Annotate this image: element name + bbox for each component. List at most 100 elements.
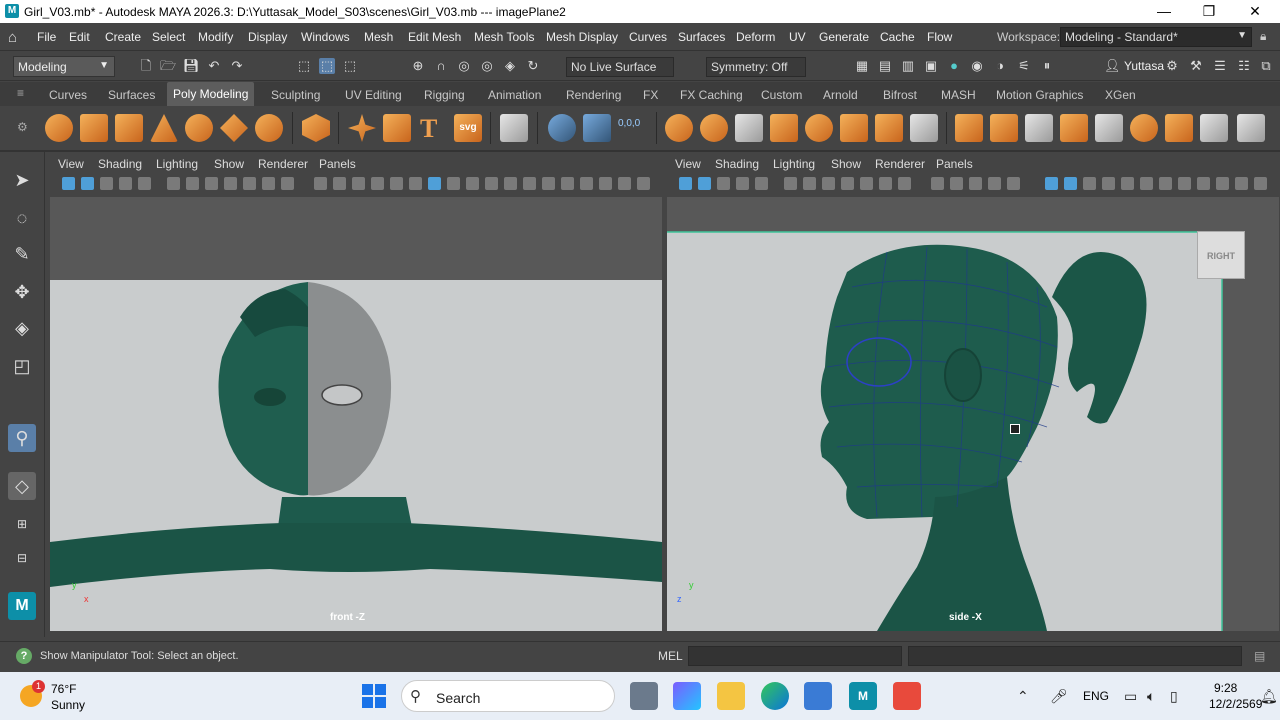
close-button[interactable]: ✕: [1243, 2, 1267, 20]
depth-of-field-icon[interactable]: [580, 177, 593, 190]
menu-windows[interactable]: Windows: [301, 30, 350, 44]
tab-rigging[interactable]: Rigging: [424, 88, 465, 102]
menu-display[interactable]: Display: [248, 30, 287, 44]
weather-desc[interactable]: Sunny: [51, 698, 85, 712]
tab-animation[interactable]: Animation: [488, 88, 541, 102]
target-weld-icon[interactable]: [1165, 114, 1193, 142]
snap-curve-icon[interactable]: ∩: [433, 58, 449, 74]
panel-menu-renderer[interactable]: Renderer: [258, 157, 308, 171]
m365-icon[interactable]: [673, 682, 701, 710]
resolution-gate-icon[interactable]: [822, 177, 835, 190]
menu-mesh-display[interactable]: Mesh Display: [546, 30, 618, 44]
isolate-select-icon[interactable]: [504, 177, 517, 190]
lasso-tool-icon[interactable]: ◌: [8, 204, 36, 232]
ipr-icon[interactable]: ⚟: [1016, 58, 1032, 74]
tab-curves[interactable]: Curves: [49, 88, 87, 102]
select-by-hierarchy-icon[interactable]: ⬚: [296, 58, 312, 74]
modeling-toolkit-icon[interactable]: ⚙: [1164, 58, 1180, 74]
lights-icon[interactable]: [466, 177, 479, 190]
insert-edge-loop-icon[interactable]: [1237, 114, 1265, 142]
panel-menu-lighting[interactable]: Lighting: [156, 157, 198, 171]
poly-plane-icon[interactable]: [220, 114, 248, 142]
smooth-shade-icon[interactable]: [409, 177, 422, 190]
freeze-transform-icon[interactable]: 0,0,0: [618, 118, 640, 129]
render-frame-icon[interactable]: ▤: [877, 58, 893, 74]
paint-select-icon[interactable]: ✎: [8, 240, 36, 268]
undo-icon[interactable]: ↶: [206, 58, 222, 74]
battery-icon[interactable]: ▯: [1170, 688, 1178, 705]
mirror-icon[interactable]: [840, 114, 868, 142]
fill-hole-icon[interactable]: [1060, 114, 1088, 142]
film-gate-icon[interactable]: [803, 177, 816, 190]
safe-action-icon[interactable]: [879, 177, 892, 190]
snipping-tool-icon[interactable]: [893, 682, 921, 710]
mode-select[interactable]: Modeling ▼: [13, 56, 115, 77]
panel-menu-view[interactable]: View: [675, 157, 701, 171]
clock-time[interactable]: 9:28: [1214, 681, 1237, 695]
super-shape-icon[interactable]: [348, 114, 376, 142]
menu-edit-mesh[interactable]: Edit Mesh: [408, 30, 461, 44]
render-view-icon[interactable]: ▦: [854, 58, 870, 74]
file-explorer-icon[interactable]: [717, 682, 745, 710]
menu-curves[interactable]: Curves: [629, 30, 667, 44]
wireframe-shaded-active-icon[interactable]: [1045, 177, 1058, 190]
minimize-button[interactable]: —: [1152, 2, 1176, 20]
arnold-render-icon[interactable]: ◉: [969, 58, 985, 74]
maximize-button[interactable]: ❐: [1197, 2, 1221, 20]
panel-menu-renderer[interactable]: Renderer: [875, 157, 925, 171]
workspace-select[interactable]: Modeling - Standard* ▼: [1060, 27, 1252, 47]
menu-select[interactable]: Select: [152, 30, 185, 44]
menu-mesh-tools[interactable]: Mesh Tools: [474, 30, 534, 44]
panel-menu-panels[interactable]: Panels: [319, 157, 356, 171]
color-management-icon[interactable]: [637, 177, 650, 190]
isolate-select-icon[interactable]: [1140, 177, 1153, 190]
lock-icon[interactable]: 🔒︎: [1260, 29, 1266, 44]
select-by-object-icon[interactable]: ⬚: [319, 58, 335, 74]
task-view-icon[interactable]: [630, 682, 658, 710]
sweep-mesh-icon[interactable]: [383, 114, 411, 142]
tool-settings-icon[interactable]: ☰: [1212, 58, 1228, 74]
gamma-icon[interactable]: [1235, 177, 1248, 190]
notification-icon[interactable]: 🔔︎: [1260, 688, 1278, 705]
viewcube[interactable]: RIGHT: [1197, 231, 1245, 279]
menu-file[interactable]: File: [37, 30, 56, 44]
start-button[interactable]: [362, 684, 386, 708]
move-tool-icon[interactable]: ✥: [8, 278, 36, 306]
mel-label[interactable]: MEL: [658, 649, 683, 663]
snap-surface-icon[interactable]: ◈: [502, 58, 518, 74]
tab-bifrost[interactable]: Bifrost: [883, 88, 917, 102]
bevel-icon[interactable]: [1025, 114, 1053, 142]
pause-icon[interactable]: ⏸: [1039, 58, 1055, 74]
panel-menu-panels[interactable]: Panels: [936, 157, 973, 171]
append-polygon-icon[interactable]: [1095, 114, 1123, 142]
depth-of-field-icon[interactable]: [1197, 177, 1210, 190]
shaded-icon[interactable]: [1064, 177, 1077, 190]
measure-tool-icon[interactable]: [548, 114, 576, 142]
xray-icon[interactable]: [988, 177, 1001, 190]
ipr-render-icon[interactable]: ▥: [900, 58, 916, 74]
shadows-icon[interactable]: [485, 177, 498, 190]
tab-sculpting[interactable]: Sculpting: [271, 88, 320, 102]
edge-browser-icon[interactable]: [761, 682, 789, 710]
maya-taskbar-icon[interactable]: M: [849, 682, 877, 710]
menu-uv[interactable]: UV: [789, 30, 806, 44]
platonic-solid-icon[interactable]: [302, 114, 330, 142]
render-sequence-icon[interactable]: ◑: [992, 58, 1008, 74]
panel-menu-shading[interactable]: Shading: [98, 157, 142, 171]
save-scene-icon[interactable]: 💾︎: [183, 58, 200, 74]
panel-menu-show[interactable]: Show: [831, 157, 861, 171]
2d-pan-icon[interactable]: [119, 177, 132, 190]
smooth-icon[interactable]: [770, 114, 798, 142]
scale-tool-icon[interactable]: ◰: [8, 352, 36, 380]
grease-pencil-icon[interactable]: [138, 177, 151, 190]
ambient-occlusion-icon[interactable]: [1159, 177, 1172, 190]
channel-box-icon[interactable]: ☷: [1236, 58, 1252, 74]
color-management-icon[interactable]: [1254, 177, 1267, 190]
ms-store-icon[interactable]: [804, 682, 832, 710]
new-scene-icon[interactable]: 🗋: [138, 58, 154, 74]
image-plane-icon[interactable]: [698, 177, 711, 190]
user-icon[interactable]: 👤︎: [1104, 58, 1121, 74]
tab-custom[interactable]: Custom: [761, 88, 802, 102]
viewport-canvas[interactable]: RIGHT y z side -X: [667, 197, 1279, 631]
poly-cone-icon[interactable]: [150, 114, 178, 142]
